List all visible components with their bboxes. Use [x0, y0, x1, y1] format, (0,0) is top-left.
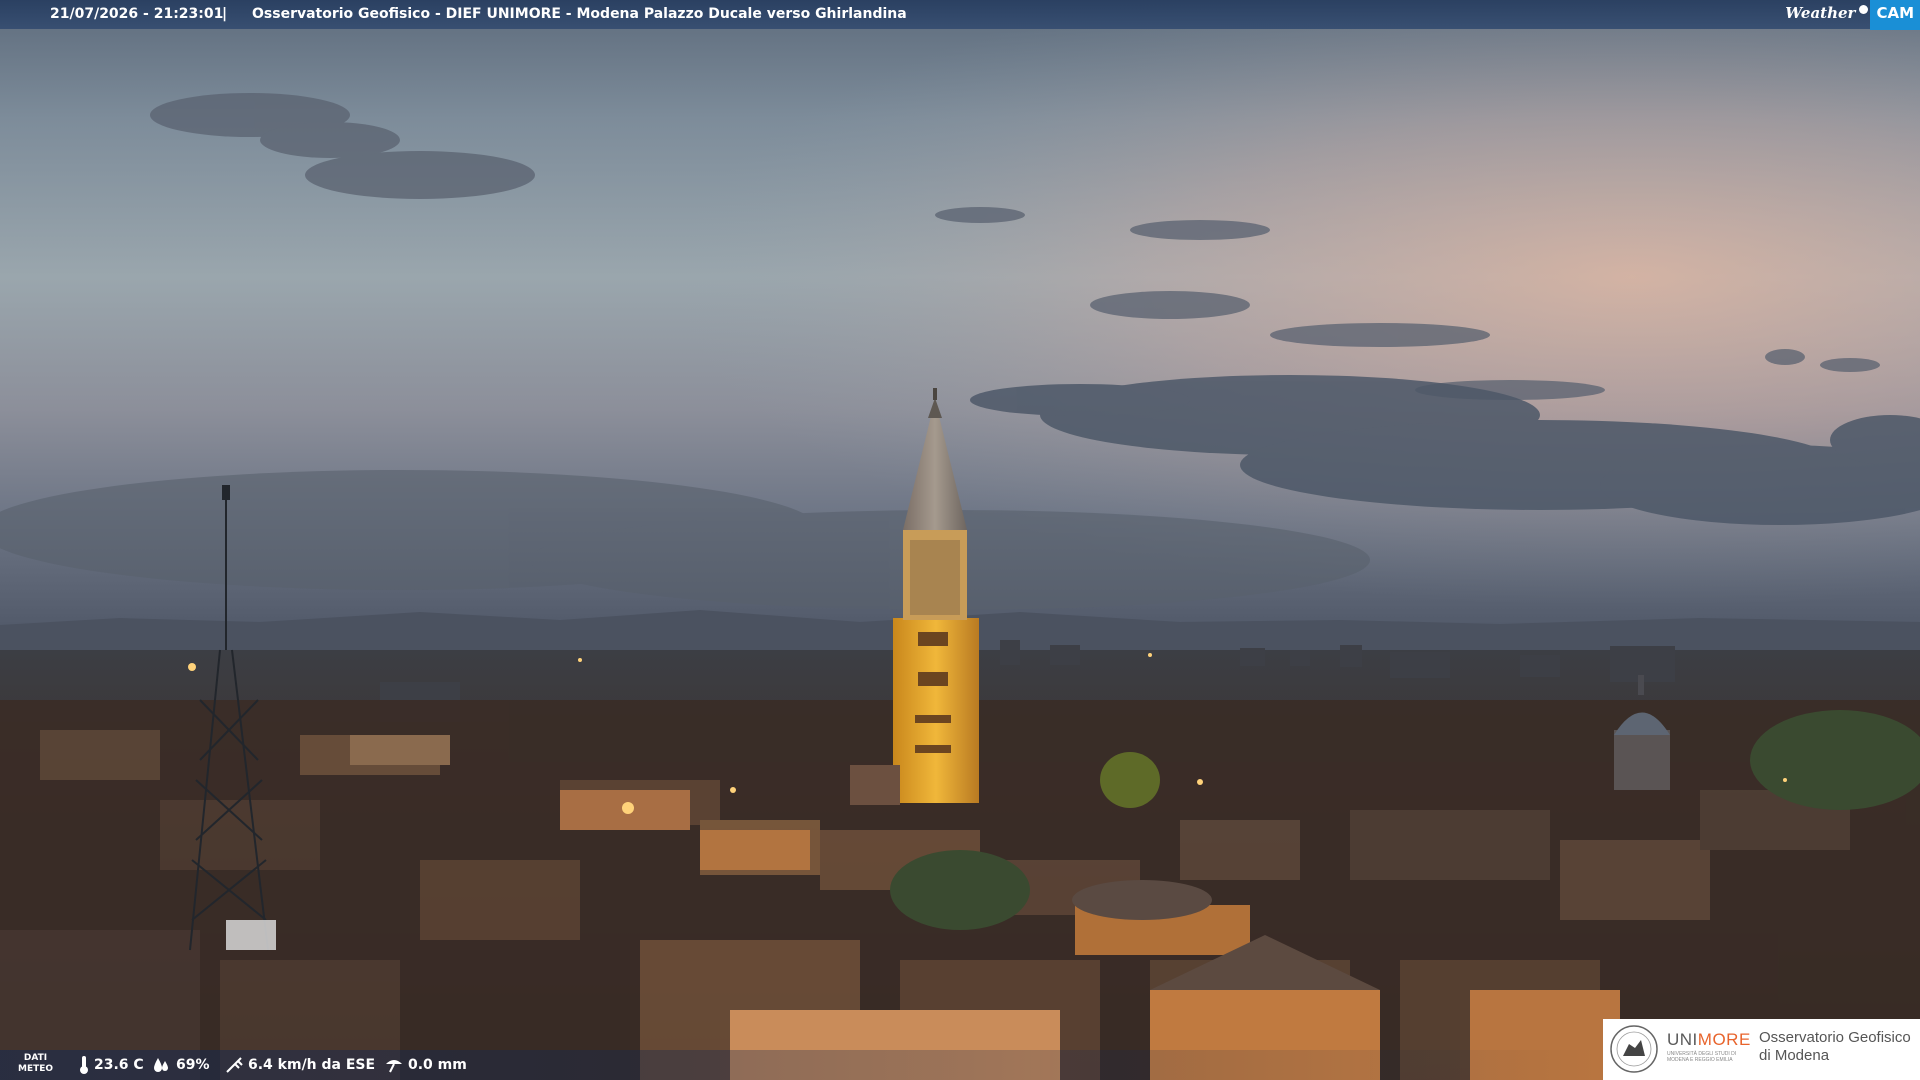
weathercam-logo: Weather CAM: [1785, 0, 1920, 30]
meteo-label-line2: METEO: [18, 1064, 54, 1074]
logo-weather-text: Weather: [1785, 3, 1856, 22]
webcam-image: [0, 0, 1920, 1080]
observatory-line2: di Modena: [1759, 1047, 1830, 1064]
timestamp: 21/07/2026 - 21:23:01: [50, 6, 224, 22]
rain-value: 0.0 mm: [408, 1057, 467, 1073]
observatory-name: Osservatorio Geofisico di Modena: [1759, 1029, 1911, 1065]
webcam-frame: 21/07/2026 - 21:23:01 | Osservatorio Geo…: [0, 0, 1920, 1080]
weather-data-bar: DATI METEO 23.6 C 69% 6.4 km/h da ESE 0.…: [0, 1050, 1600, 1080]
brand-uni: UNI: [1667, 1030, 1698, 1049]
observatory-line1: Osservatorio Geofisico: [1759, 1029, 1911, 1046]
meteo-label-line1: DATI: [23, 1053, 48, 1063]
wind-reading: 6.4 km/h da ESE: [224, 1050, 375, 1080]
rain-reading: 0.0 mm: [384, 1050, 467, 1080]
banner-separator: |: [222, 6, 228, 22]
camera-info-banner: 21/07/2026 - 21:23:01 | Osservatorio Geo…: [0, 0, 1920, 30]
university-subtitle: UNIVERSITÀ DEGLI STUDI DI MODENA E REGGI…: [1667, 1051, 1737, 1063]
humidity-reading: 69%: [152, 1050, 210, 1080]
brand-more: MORE: [1697, 1030, 1751, 1049]
wind-icon: [226, 1057, 243, 1073]
unimore-logo: UNIMORE UNIVERSITÀ DEGLI STUDI DI MODENA…: [1603, 1019, 1920, 1080]
temperature-value: 23.6 C: [94, 1057, 144, 1073]
unimore-wordmark: UNIMORE: [1667, 1030, 1751, 1050]
thermometer-icon: [80, 1056, 88, 1074]
humidity-value: 69%: [176, 1057, 210, 1073]
humidity-drop-icon: [154, 1058, 168, 1072]
temperature-reading: 23.6 C: [78, 1050, 144, 1080]
meteo-label: DATI METEO: [18, 1053, 53, 1075]
camera-title: Osservatorio Geofisico - DIEF UNIMORE - …: [252, 6, 907, 22]
logo-dot-icon: [1859, 4, 1869, 14]
rain-gauge-icon: [386, 1060, 402, 1073]
logo-cam-text: CAM: [1870, 0, 1920, 30]
wind-value: 6.4 km/h da ESE: [248, 1057, 376, 1073]
university-seal-icon: [1610, 1025, 1658, 1073]
